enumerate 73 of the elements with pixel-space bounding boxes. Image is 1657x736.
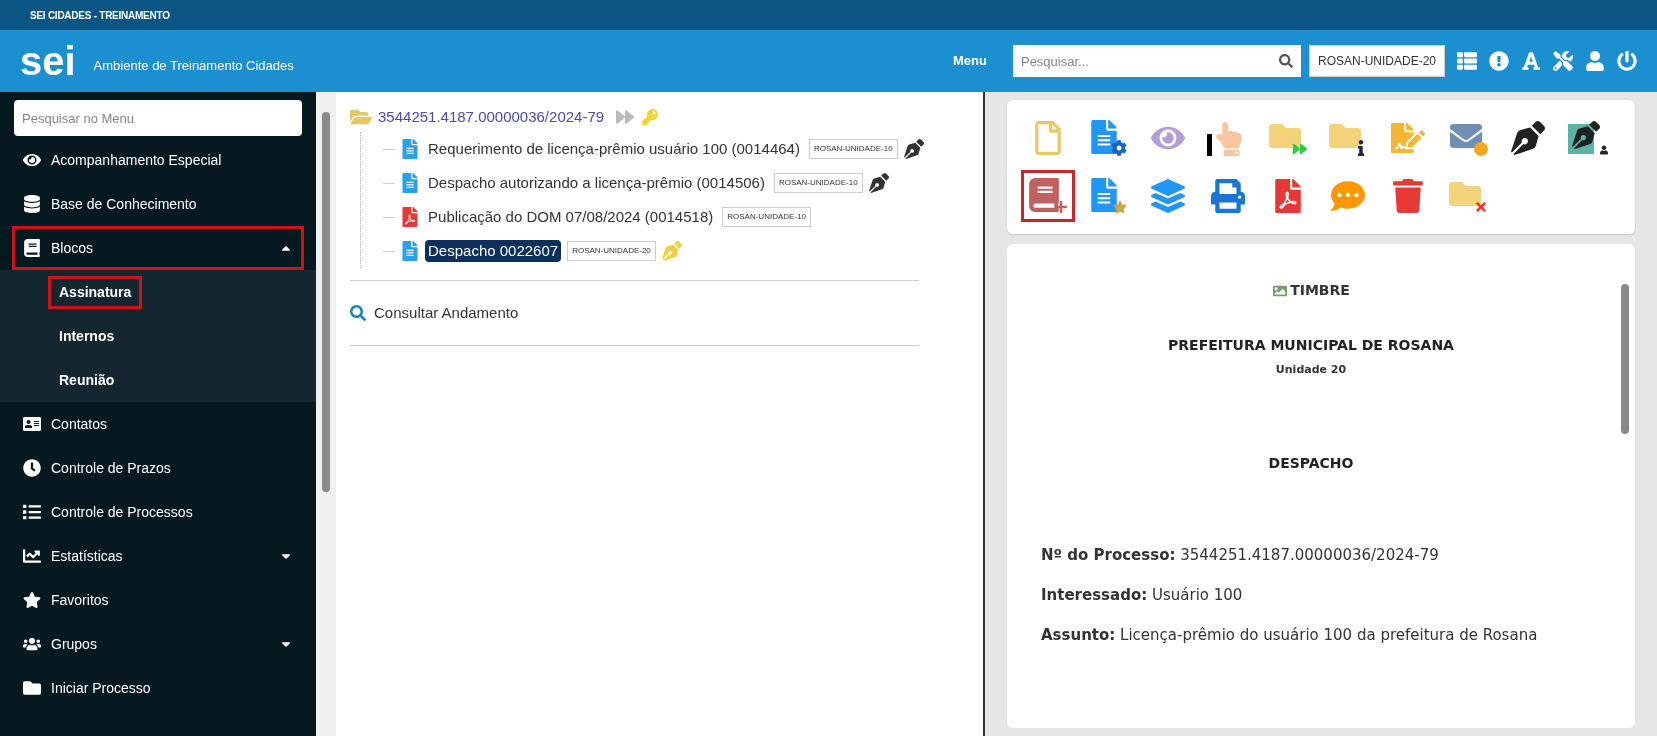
forward-icon[interactable] — [616, 108, 635, 126]
tools-icon[interactable] — [1553, 51, 1573, 71]
menu-item[interactable]: Base de Conhecimento — [12, 182, 305, 226]
file-pen-icon — [1391, 121, 1425, 155]
speech-bubble-icon — [1331, 179, 1365, 213]
file-star-icon — [1089, 178, 1127, 214]
pdf-file-icon — [401, 207, 420, 227]
search-icon — [1278, 54, 1293, 68]
menu-item[interactable]: Iniciar Processo — [12, 666, 305, 710]
unit-tag: ROSAN-UNIDADE-10 — [773, 173, 863, 193]
document-link[interactable]: Publicação do DOM 07/08/2024 (0014518) — [425, 205, 717, 229]
search-field[interactable]: Pesquisar... — [1012, 45, 1301, 77]
file-gear-icon — [1089, 120, 1127, 156]
submenu-item[interactable]: Assinatura — [48, 275, 143, 309]
document-link[interactable]: Requerimento de licença-prêmio usuário 100 (0014464) — [425, 137, 803, 161]
history-link[interactable]: Consultar Andamento — [374, 301, 519, 325]
menu-item[interactable]: Controle de Processos — [12, 490, 305, 534]
menu-item[interactable]: Controle de Prazos — [12, 446, 305, 490]
menu-item[interactable]: Contatos — [12, 402, 305, 446]
line-chart-icon — [23, 547, 41, 565]
search-icon — [350, 305, 367, 321]
list-icon[interactable] — [1457, 51, 1477, 71]
book-icon — [23, 239, 41, 257]
print-icon — [1211, 179, 1245, 213]
unit-tag: ROSAN-UNIDADE-10 — [808, 139, 898, 159]
app-title: SEI CIDADES - TREINAMENTO — [30, 8, 170, 23]
power-icon[interactable] — [1617, 51, 1637, 71]
document-icon — [401, 241, 420, 261]
menu-item[interactable]: Blocos — [12, 226, 305, 270]
menu-item[interactable]: Acompanhamento Especial — [12, 138, 305, 182]
document-field: Nº do Processo: 3544251.4187.00000036/2024-79 — [1041, 541, 1581, 568]
contact-card-icon — [23, 415, 41, 433]
eye-icon — [23, 151, 41, 169]
document-icon — [401, 173, 420, 193]
document-icon — [401, 139, 420, 159]
submenu-item[interactable]: Internos — [48, 319, 126, 353]
unit-selector[interactable]: ROSAN-UNIDADE-20 — [1308, 45, 1445, 77]
document-link[interactable]: Despacho 0022607 — [425, 239, 562, 263]
unit-tag: ROSAN-UNIDADE-20 — [567, 241, 656, 261]
document-field: Interessado: Usuário 100 — [1041, 581, 1581, 608]
folder-icon — [23, 679, 41, 697]
logo: sei — [20, 41, 76, 81]
broken-image-icon — [1272, 283, 1289, 298]
clock-icon — [23, 459, 41, 477]
folder-icon — [350, 107, 373, 127]
trash-icon — [1391, 179, 1425, 213]
submenu-item[interactable]: Reunião — [48, 363, 126, 397]
layers-icon — [1151, 179, 1185, 213]
menu-button[interactable]: Menu — [953, 51, 987, 71]
pen-icon — [1511, 121, 1545, 155]
document-field: Assunto: Licença-prêmio do usuário 100 da prefeitura de Rosana — [1041, 621, 1581, 648]
list-icon — [23, 503, 41, 521]
menu-search-field[interactable]: Pesquisar no Menu — [14, 100, 303, 136]
organization-title: PREFEITURA MUNICIPAL DE ROSANA — [1168, 336, 1454, 355]
menu-item[interactable]: Grupos — [12, 622, 305, 666]
book-plus-icon — [1028, 178, 1068, 214]
users-icon — [23, 635, 41, 653]
document-link[interactable]: Despacho autorizando a licença-prêmio (0014506) — [425, 171, 768, 195]
star-icon — [23, 591, 41, 609]
menu-item[interactable]: Estatísticas — [12, 534, 305, 578]
user-icon[interactable] — [1585, 51, 1605, 71]
unit-tag: ROSAN-UNIDADE-10 — [722, 207, 811, 227]
database-icon — [23, 195, 41, 213]
document-title: DESPACHO — [1268, 453, 1354, 473]
letterhead-text: TIMBRE — [1290, 281, 1350, 300]
font-icon[interactable] — [1521, 51, 1541, 71]
pen-grid-icon — [1568, 120, 1608, 156]
menu-item[interactable]: Favoritos — [12, 578, 305, 622]
scrollbar-thumb[interactable] — [1621, 284, 1629, 434]
environment-label: Ambiente de Treinamento Cidades — [93, 57, 294, 76]
process-link[interactable]: 3544251.4187.00000036/2024-79 — [378, 105, 605, 129]
alert-icon[interactable] — [1489, 51, 1509, 71]
unit-subtitle: Unidade 20 — [1275, 362, 1347, 378]
